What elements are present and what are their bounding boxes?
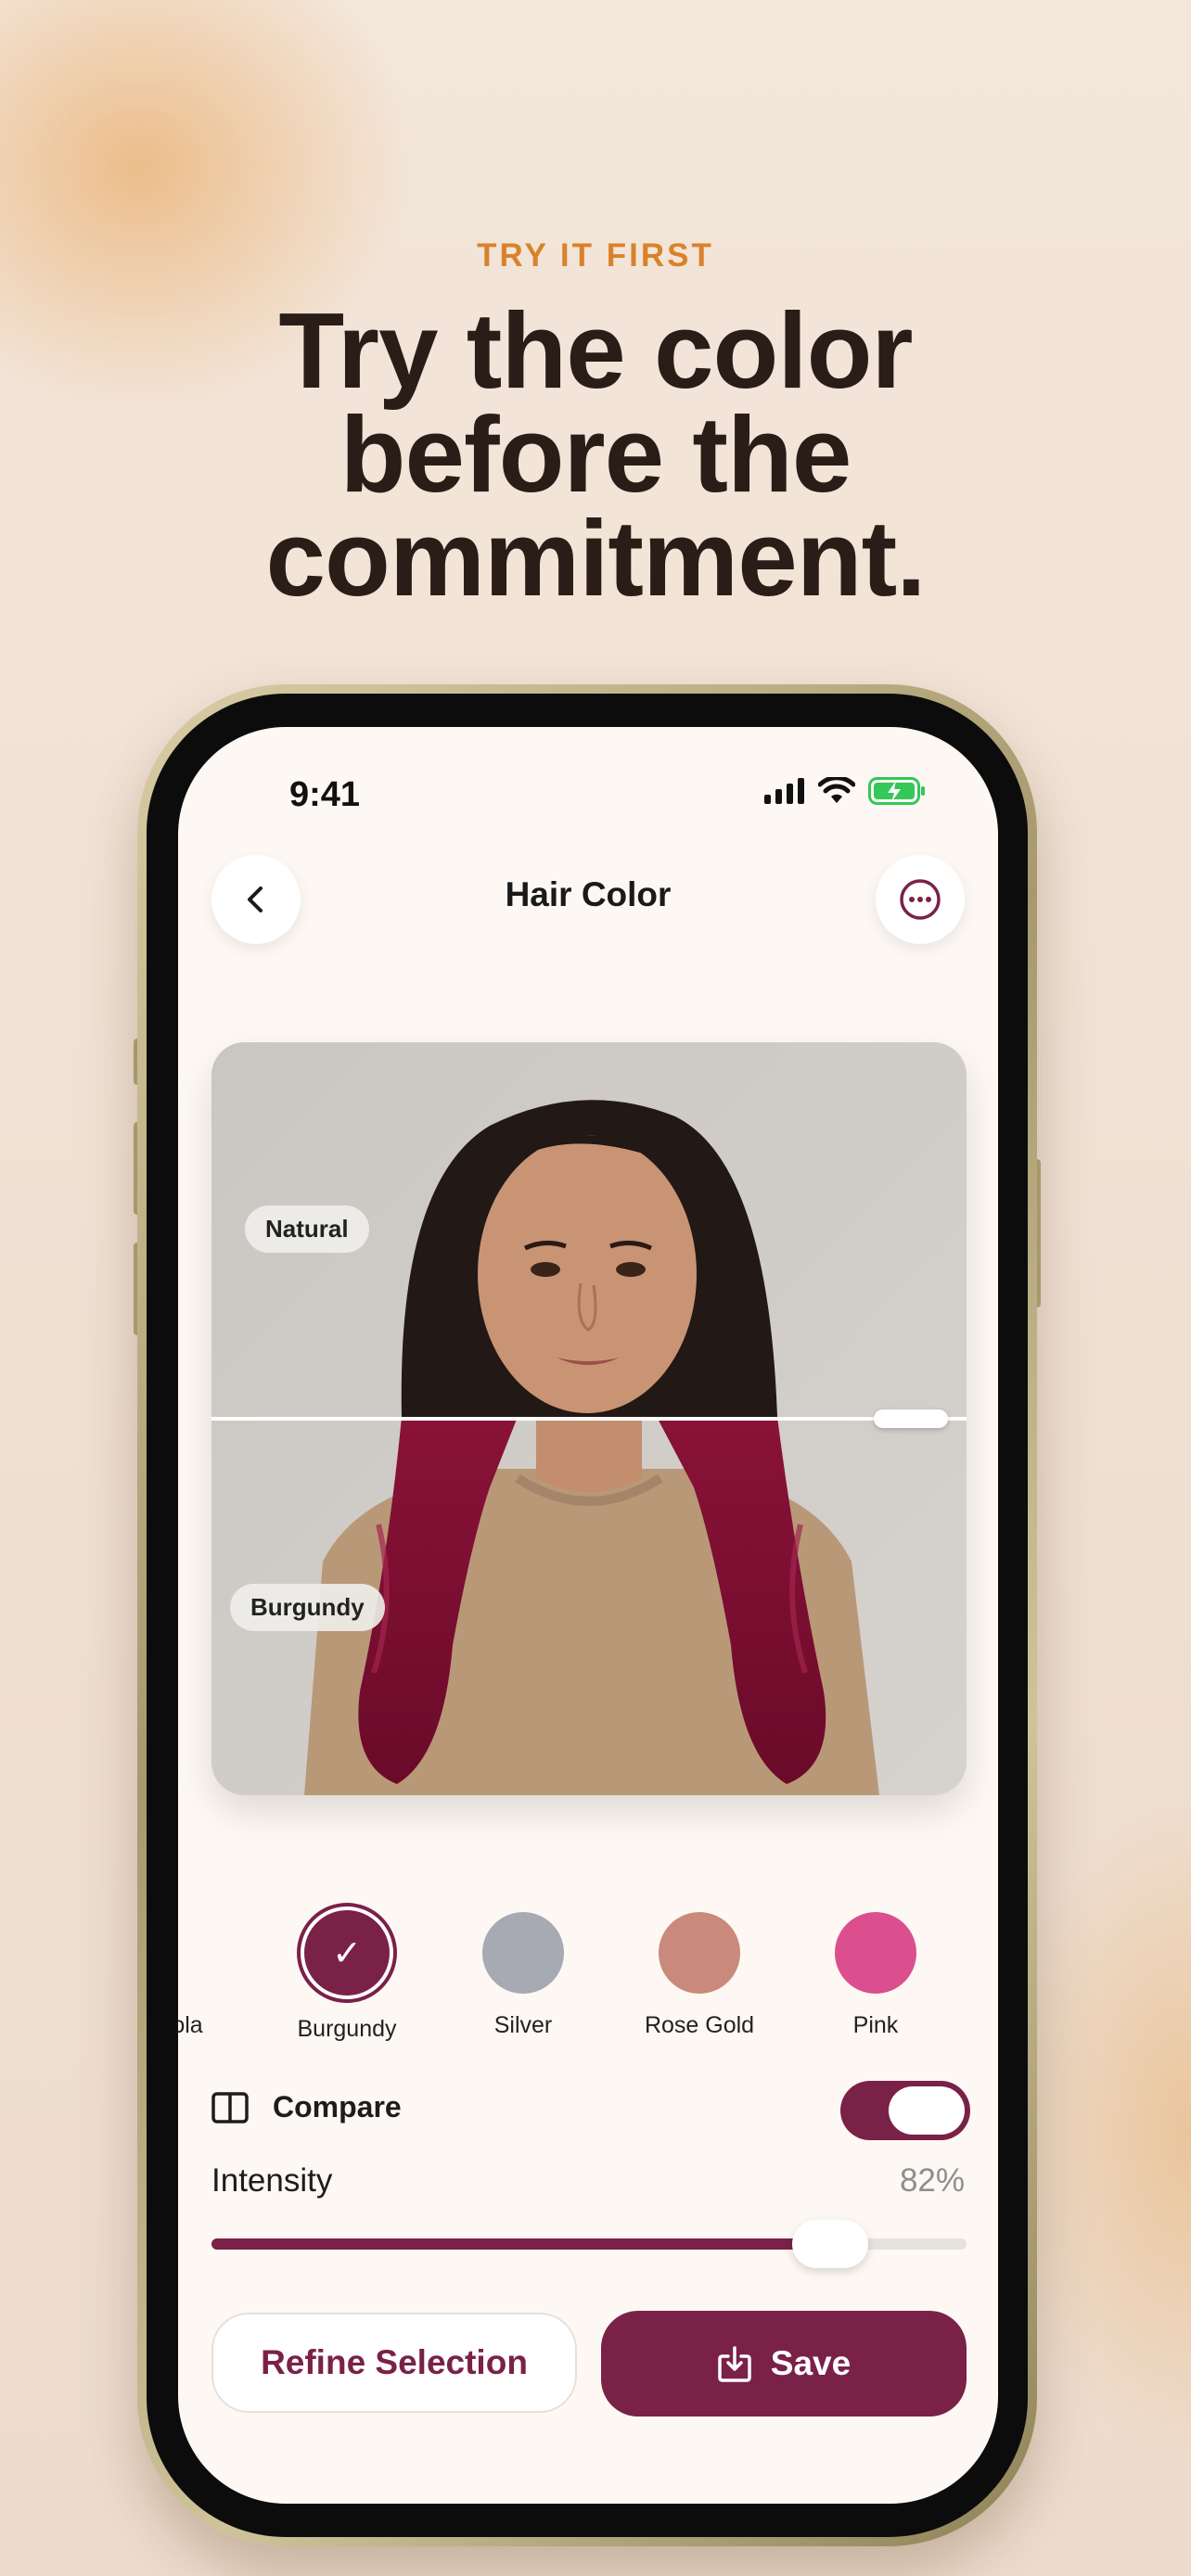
refine-selection-button[interactable]: Refine Selection xyxy=(211,2313,577,2413)
save-download-icon xyxy=(718,2346,751,2382)
swatch-color: ✓ xyxy=(297,1903,397,2003)
swatch-rose-gold[interactable]: Rose Gold xyxy=(625,1912,774,2039)
swatch-label: Pink xyxy=(852,2012,899,2038)
swatch-color xyxy=(659,1912,740,1994)
status-time: 9:41 xyxy=(289,775,361,814)
swatch-color xyxy=(178,1912,228,1994)
eyebrow-label: TRY IT FIRST xyxy=(477,237,714,274)
compare-divider-handle[interactable] xyxy=(874,1409,948,1428)
intensity-value: 82% xyxy=(899,2162,965,2199)
more-button[interactable] xyxy=(876,855,965,944)
compare-divider xyxy=(211,1417,967,1421)
swatch-silver[interactable]: Silver xyxy=(449,1912,597,2039)
toggle-knob xyxy=(889,2086,965,2135)
more-horizontal-icon xyxy=(900,879,941,920)
phone-screen: 9:41 Hair Color Natural Burgundy ola ✓ B… xyxy=(178,727,998,2504)
swatch-label: Burgundy xyxy=(297,2016,397,2042)
headline-line-2: before the xyxy=(339,394,852,515)
compare-toggle[interactable] xyxy=(840,2081,970,2140)
intensity-slider[interactable] xyxy=(211,2220,967,2268)
swatch-burgundy[interactable]: ✓ Burgundy xyxy=(273,1903,421,2043)
color-swatch-row: ola ✓ Burgundy Silver Rose Gold Pink xyxy=(178,1903,998,2042)
signal-icon xyxy=(764,778,804,804)
headline: Try the color before the commitment. xyxy=(93,290,1098,618)
checkmark-icon: ✓ xyxy=(304,1910,390,1996)
swatch-label: Silver xyxy=(493,2012,553,2038)
intensity-label: Intensity xyxy=(211,2162,333,2199)
headline-line-1: Try the color xyxy=(278,290,913,411)
intensity-slider-fill xyxy=(211,2238,831,2250)
swatch-label: Rose Gold xyxy=(644,2012,755,2038)
swatch-partial[interactable]: ola xyxy=(178,1912,243,2039)
split-view-icon xyxy=(211,2092,249,2123)
wifi-icon xyxy=(818,777,855,803)
swatch-pink[interactable]: Pink xyxy=(801,1912,950,2039)
burgundy-tag: Burgundy xyxy=(230,1584,385,1631)
compare-row: Compare xyxy=(211,2081,970,2140)
hair-preview-image[interactable]: Natural Burgundy xyxy=(211,1042,967,1795)
battery-charging-icon xyxy=(868,777,925,805)
save-label: Save xyxy=(770,2344,852,2382)
natural-tag: Natural xyxy=(245,1205,369,1253)
intensity-slider-thumb[interactable] xyxy=(792,2220,869,2268)
save-button[interactable]: Save xyxy=(601,2311,967,2417)
swatch-color xyxy=(482,1912,564,1994)
compare-label: Compare xyxy=(273,2090,402,2123)
status-icons xyxy=(764,777,926,805)
headline-line-3: commitment. xyxy=(265,498,927,618)
swatch-color xyxy=(835,1912,916,1994)
swatch-label: ola xyxy=(178,2012,203,2038)
